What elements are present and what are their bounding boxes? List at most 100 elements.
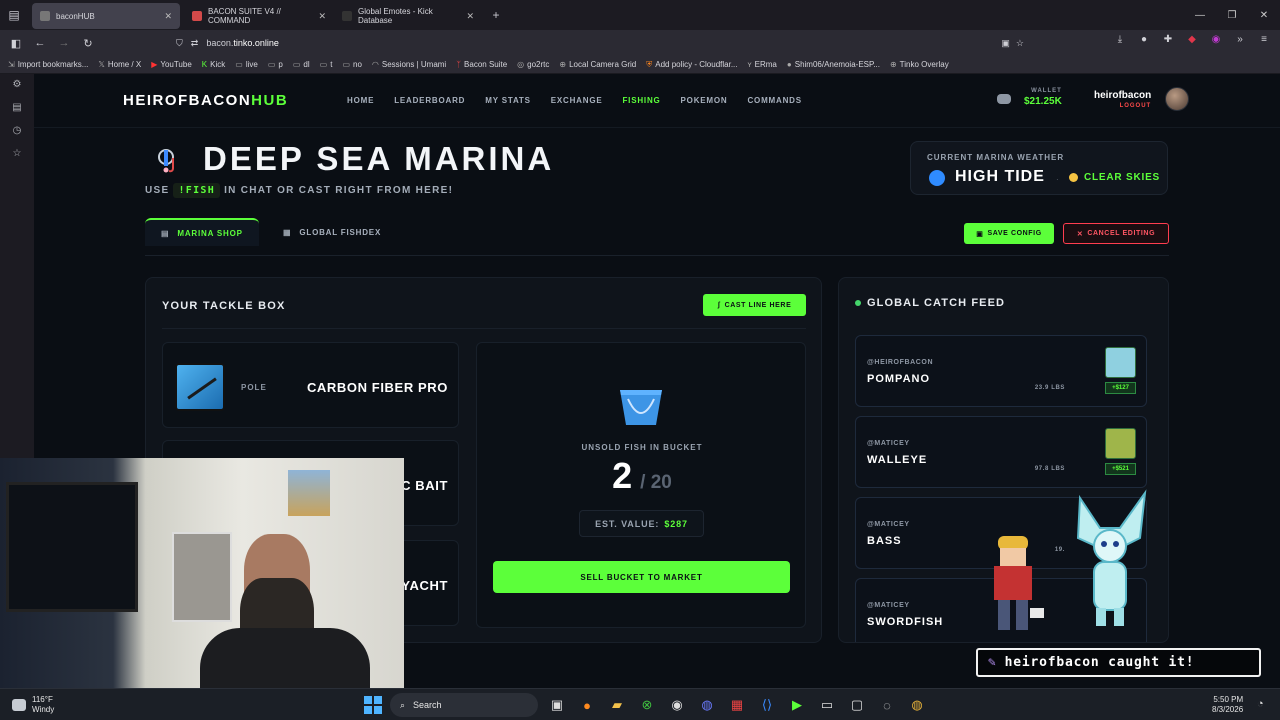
bookmark-folder[interactable]: ▭ no (342, 60, 361, 69)
nav-exchange[interactable]: EXCHANGE (551, 96, 603, 105)
bookmarks-icon[interactable]: ☆ (0, 143, 34, 166)
catch-entry[interactable]: @MATICEY WALLEYE 97.8 LBS +$521 (855, 416, 1147, 488)
bookmark-item[interactable]: 𝕏 Home / X (98, 60, 141, 69)
site-info-icon[interactable]: ⇄ (191, 38, 199, 49)
reload-icon[interactable]: ↻ (76, 37, 100, 50)
catch-entry[interactable]: @HEIROFBACON POMPANO 23.9 LBS +$127 (855, 335, 1147, 407)
back-icon[interactable]: ← (28, 37, 52, 49)
catch-price: +$521 (1105, 463, 1136, 475)
address-bar[interactable]: ⛉ ⇄ bacon. tinko.online ▣ ☆ (176, 33, 1028, 53)
nav-home[interactable]: HOME (347, 96, 374, 105)
synced-tabs-icon[interactable]: ▤ (0, 97, 34, 120)
bookmark-item[interactable]: ⊕ Tinko Overlay (890, 60, 949, 69)
bookmark-label: Sessions | Umami (381, 60, 447, 69)
close-tab-icon[interactable]: ✕ (164, 11, 172, 22)
github-icon: ● (786, 60, 792, 69)
gear-slot-pole[interactable]: POLE CARBON FIBER PRO (162, 342, 459, 428)
nav-fishing[interactable]: FISHING (623, 96, 661, 105)
steam-icon[interactable]: ◉ (666, 694, 688, 716)
catch-weight: 97.8 LBS (1034, 466, 1065, 472)
reader-view-icon[interactable]: ▣ (1001, 38, 1010, 49)
task-view-icon[interactable]: ▣ (546, 694, 568, 716)
bookmark-folder[interactable]: ▭ dl (293, 60, 310, 69)
bookmark-label: Shim06/Anemoia-ESP... (794, 60, 880, 69)
close-tab-icon[interactable]: ✕ (466, 11, 474, 22)
menu-icon[interactable]: ≡ (1256, 34, 1272, 45)
site-logo[interactable]: HEIROFBACONHUB (123, 92, 288, 109)
nav-leaderboard[interactable]: LEADERBOARD (394, 96, 465, 105)
browser-tab-baconhub[interactable]: baconHUB ✕ (32, 3, 180, 29)
close-tab-icon[interactable]: ✕ (318, 11, 326, 22)
browser-tab-global-emotes[interactable]: Global Emotes - Kick Database ✕ (334, 3, 482, 29)
bookmark-item[interactable]: ● Shim06/Anemoia-ESP... (787, 60, 880, 69)
bookmark-item[interactable]: ʏ ERma (748, 60, 777, 69)
bookmark-folder[interactable]: ▭ p (268, 60, 283, 69)
bookmark-folder[interactable]: ▭ live (235, 60, 258, 69)
vscode-icon[interactable]: ⟨⟩ (756, 694, 778, 716)
app-icon[interactable]: ▦ (726, 694, 748, 716)
bookmark-item[interactable]: K Kick (202, 60, 225, 69)
forward-icon[interactable]: → (52, 37, 76, 49)
firefox-icon[interactable]: ● (576, 694, 598, 716)
bookmark-item[interactable]: ᛉ Bacon Suite (456, 60, 507, 69)
window-icon[interactable]: ▢ (846, 694, 868, 716)
cancel-editing-button[interactable]: ✕ CANCEL EDITING (1063, 223, 1169, 244)
browser-tab-bacon-suite[interactable]: BACON SUITE V4 // COMMAND ✕ (184, 3, 334, 29)
windows-start-icon[interactable] (364, 696, 382, 714)
chrome-icon[interactable]: ◍ (906, 694, 928, 716)
avatar[interactable] (1165, 87, 1189, 111)
bookmark-item[interactable]: ⇲ Import bookmarks... (8, 60, 88, 69)
tab-global-fishdex[interactable]: ▦ GLOBAL FISHDEX (267, 218, 397, 246)
discord-icon[interactable] (997, 94, 1011, 104)
overflow-chevron-icon[interactable]: » (1232, 34, 1248, 45)
cast-line-button[interactable]: ʃ CAST LINE HERE (703, 294, 806, 316)
gear-name: CARBON FIBER PRO (306, 380, 448, 395)
minimize-icon[interactable]: — (1184, 10, 1216, 21)
obs-icon[interactable]: ◌ (876, 694, 898, 716)
bookmark-item[interactable]: ⊕ Local Camera Grid (559, 60, 636, 69)
bookmark-item[interactable]: ⛨ Add policy - Cloudflar... (646, 60, 737, 70)
shield-icon[interactable]: ⛉ (176, 38, 183, 49)
book-icon: ▦ (283, 227, 292, 237)
notification-icon[interactable]: ◔ (1257, 698, 1264, 710)
taskbar-weather[interactable]: 116°F Windy (12, 695, 54, 715)
logout-link[interactable]: LOGOUT (1094, 103, 1151, 109)
downloads-icon[interactable]: ⤓ (1112, 34, 1128, 45)
globe-icon: ⊕ (559, 60, 567, 69)
nav-pokemon[interactable]: POKEMON (681, 96, 728, 105)
bookmark-folder[interactable]: ▭ t (320, 60, 333, 69)
umami-icon: ◠ (371, 60, 379, 69)
close-window-icon[interactable]: ✕ (1248, 10, 1280, 21)
extensions-puzzle-icon[interactable]: ✚ (1160, 34, 1176, 45)
fish-command: !FISH (173, 183, 221, 198)
tab-title: baconHUB (56, 11, 95, 21)
xbox-icon[interactable]: ⊗ (636, 694, 658, 716)
history-icon[interactable]: ◷ (0, 120, 34, 143)
bookmark-label: p (278, 60, 283, 69)
taskbar-clock[interactable]: 5:50 PM 8/3/2026 (1212, 695, 1243, 715)
restore-icon[interactable]: ❐ (1216, 10, 1248, 21)
new-tab-button[interactable]: + (482, 0, 510, 30)
console-icon[interactable]: ▭ (816, 694, 838, 716)
sidebar-toggle-icon[interactable]: ◧ (4, 37, 28, 50)
tab-list-icon[interactable]: ▤ (0, 0, 28, 30)
taskbar-search[interactable]: ⌕ Search (390, 693, 538, 717)
nav-commands[interactable]: COMMANDS (747, 96, 801, 105)
subtitle-suffix: IN CHAT OR CAST RIGHT FROM HERE! (224, 185, 454, 196)
catch-user: @HEIROFBACON (867, 359, 934, 366)
profile-icon[interactable]: ◉ (1208, 34, 1224, 45)
save-config-button[interactable]: ▣ SAVE CONFIG (964, 223, 1054, 244)
bookmark-item[interactable]: ▶ YouTube (151, 60, 192, 69)
extension-icon[interactable]: ● (1136, 34, 1152, 45)
sell-bucket-button[interactable]: SELL BUCKET TO MARKET (493, 561, 790, 593)
extension-badge-icon[interactable]: ◆ (1184, 34, 1200, 45)
bookmark-item[interactable]: ◠ Sessions | Umami (372, 60, 446, 69)
bookmark-item[interactable]: ◎ go2rtc (517, 60, 549, 69)
bookmark-star-icon[interactable]: ☆ (1016, 38, 1024, 49)
discord-taskbar-icon[interactable]: ◍ (696, 694, 718, 716)
file-explorer-icon[interactable]: ▰ (606, 694, 628, 716)
ai-chatbot-icon[interactable]: ⚙ (0, 74, 34, 97)
terminal-icon[interactable]: ▶ (786, 694, 808, 716)
nav-my-stats[interactable]: MY STATS (485, 96, 531, 105)
tab-marina-shop[interactable]: ▤ MARINA SHOP (145, 218, 259, 246)
